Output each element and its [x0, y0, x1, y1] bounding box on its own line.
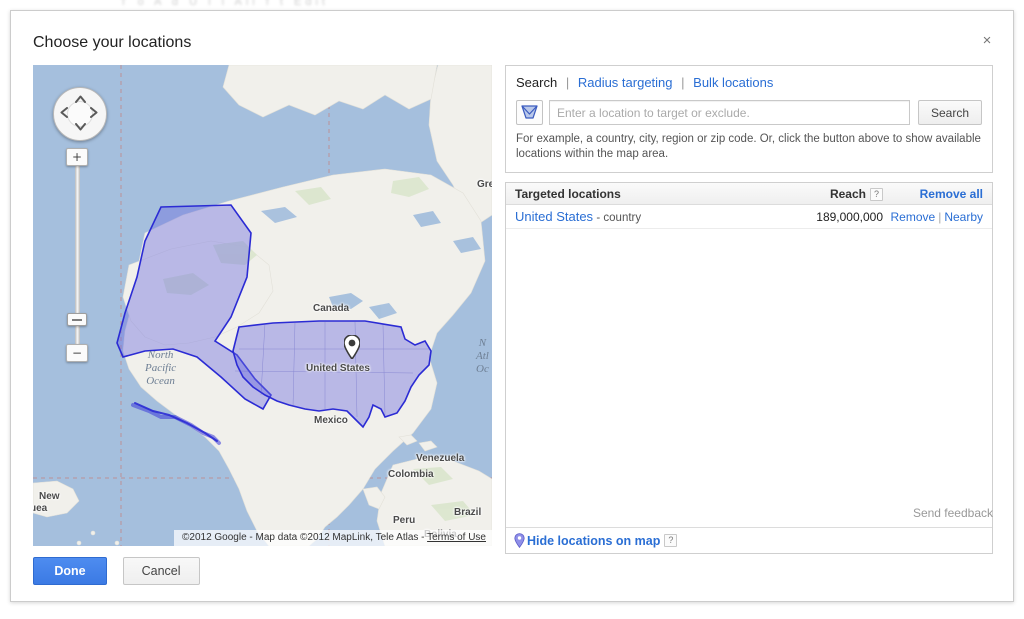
- tab-separator-1: |: [565, 75, 570, 90]
- pan-right-icon[interactable]: [90, 107, 98, 120]
- column-header-name: Targeted locations: [515, 186, 621, 201]
- location-map[interactable]: North Pacific Ocean N Atl Oc Gre Canada Unit…: [33, 65, 492, 546]
- zoom-in-button[interactable]: +: [66, 148, 88, 166]
- zoom-slider-handle[interactable]: [67, 313, 87, 326]
- row-nearby-link[interactable]: Nearby: [944, 210, 983, 224]
- pan-down-icon[interactable]: [75, 121, 86, 133]
- row-action-separator: |: [938, 209, 942, 224]
- pan-left-icon[interactable]: [60, 107, 68, 120]
- location-name-link[interactable]: United States: [515, 209, 593, 224]
- search-panel: Search | Radius targeting | Bulk locatio…: [505, 65, 993, 173]
- targeted-locations-header: Targeted locations Reach? Remove all: [506, 183, 992, 205]
- map-pan-control[interactable]: [53, 87, 107, 141]
- location-pin-icon: [514, 533, 525, 548]
- column-header-reach: Reach?: [733, 187, 883, 201]
- search-button[interactable]: Search: [917, 100, 982, 125]
- reach-help-icon[interactable]: ?: [870, 187, 883, 201]
- done-button[interactable]: Done: [33, 557, 107, 585]
- tab-search[interactable]: Search: [516, 75, 557, 90]
- close-icon[interactable]: ×: [977, 31, 997, 51]
- locations-panel-column: Search | Radius targeting | Bulk locatio…: [505, 65, 993, 554]
- locations-panel-footer: Hide locations on map ?: [506, 527, 992, 553]
- tab-bulk-locations[interactable]: Bulk locations: [693, 75, 773, 90]
- page-title: Choose your locations: [33, 34, 192, 51]
- search-input[interactable]: [549, 100, 910, 125]
- tab-separator-2: |: [681, 75, 685, 90]
- map-attribution: ©2012 Google - Map data ©2012 MapLink, T…: [174, 530, 492, 546]
- map-graphic: [33, 65, 492, 546]
- hide-locations-help-icon[interactable]: ?: [664, 534, 678, 547]
- polygon-select-icon[interactable]: [516, 100, 543, 125]
- pan-up-icon[interactable]: [75, 93, 86, 105]
- row-remove-link[interactable]: Remove: [891, 210, 936, 224]
- dialog-footer: Done Cancel: [33, 557, 200, 585]
- tab-radius-targeting[interactable]: Radius targeting: [578, 75, 673, 90]
- background-blurred-text: T o A d U l l All f t Edit: [120, 0, 329, 8]
- search-tabs: Search | Radius targeting | Bulk locatio…: [516, 74, 982, 92]
- cancel-button[interactable]: Cancel: [122, 557, 200, 585]
- search-row: Search: [516, 100, 982, 125]
- send-feedback-link[interactable]: Send feedback: [913, 506, 993, 520]
- terms-of-use-link[interactable]: Terms of Use: [427, 532, 486, 543]
- location-reach-value: 189,000,000: [816, 209, 883, 224]
- map-zoom-control[interactable]: + −: [66, 148, 90, 363]
- remove-all-link[interactable]: Remove all: [920, 187, 983, 201]
- map-attribution-text: ©2012 Google - Map data ©2012 MapLink, T…: [182, 532, 428, 543]
- targeted-locations-panel: Targeted locations Reach? Remove all Uni…: [505, 182, 993, 554]
- choose-locations-dialog: Choose your locations × North Pacific Oc…: [10, 10, 1014, 602]
- map-marker-pin[interactable]: [344, 335, 360, 359]
- hide-locations-on-map-link[interactable]: Hide locations on map: [527, 534, 660, 548]
- search-hint-text: For example, a country, city, region or …: [516, 133, 981, 160]
- location-type-label: - country: [596, 212, 642, 224]
- column-header-reach-label: Reach: [829, 186, 866, 201]
- zoom-out-button[interactable]: −: [66, 344, 88, 362]
- table-row: United States - country 189,000,000 Remo…: [506, 205, 992, 229]
